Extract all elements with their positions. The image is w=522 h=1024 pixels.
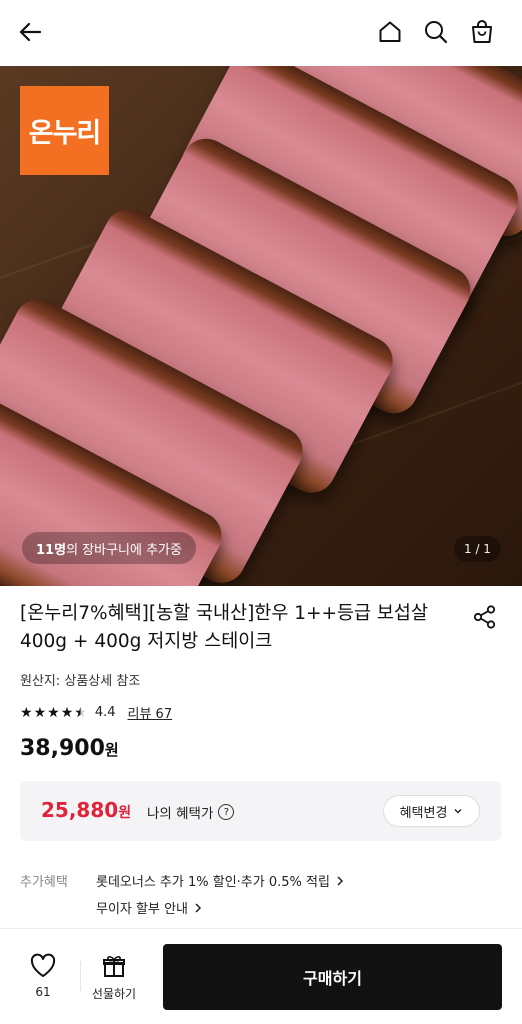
extra-benefit-card-link[interactable]: 롯데오너스 추가 1% 할인·추가 0.5% 적립 xyxy=(96,871,344,890)
product-title: [온누리7%혜택][농할 국내산]한우 1++등급 보섭살 400g + 400… xyxy=(20,600,460,656)
origin-info: 원산지: 상품상세 참조 xyxy=(20,674,141,689)
gift-button[interactable]: 선물하기 xyxy=(88,953,140,1002)
image-pager: 1 / 1 xyxy=(454,536,501,562)
buy-button[interactable]: 구매하기 xyxy=(163,944,502,1010)
extra-benefit-label: 추가혜택 xyxy=(20,875,68,890)
chevron-down-icon xyxy=(454,809,462,814)
my-benefit-text: 나의 혜택가 xyxy=(147,806,214,822)
rating-value: 4.4 xyxy=(94,705,116,720)
reviews-link[interactable]: 리뷰 67 xyxy=(128,703,173,722)
onnuri-logo-text: 온누리 xyxy=(28,118,102,149)
benefit-price-value: 25,880 xyxy=(41,798,119,822)
wishlist-count: 61 xyxy=(35,985,51,999)
cart-count: 11명 xyxy=(36,542,67,558)
home-icon[interactable] xyxy=(375,17,405,47)
price-value: 38,900 xyxy=(20,736,105,761)
benefit-price-box: 25,880원 나의 혜택가 ? 혜택변경 xyxy=(20,781,501,841)
change-benefit-label: 혜택변경 xyxy=(399,805,448,821)
arrow-left-icon[interactable] xyxy=(16,17,46,47)
price-unit: 원 xyxy=(104,741,119,759)
bottom-action-bar: 61 선물하기 구매하기 xyxy=(0,928,522,1024)
installment-info-text: 무이자 할부 안내 xyxy=(96,902,188,917)
divider xyxy=(80,961,81,991)
star-icon: ★ xyxy=(20,704,33,721)
cart-activity-text: 의 장바구니에 추가중 xyxy=(66,542,182,558)
star-rating: ★ ★ ★ ★ ★ xyxy=(20,706,87,720)
wishlist-button[interactable]: 61 xyxy=(24,953,62,999)
onnuri-badge: 온누리 xyxy=(20,86,109,175)
star-icon: ★ xyxy=(60,704,74,721)
product-title-line1: [온누리7%혜택][농할 국내산]한우 1++등급 보섭살 xyxy=(20,603,428,624)
shopping-bag-icon[interactable] xyxy=(467,17,497,47)
extra-benefit-card-text: 롯데오너스 추가 1% 할인·추가 0.5% 적립 xyxy=(96,875,330,890)
star-icon: ★ xyxy=(33,704,47,721)
cart-activity-badge: 11명 의 장바구니에 추가중 xyxy=(22,532,196,564)
half-star-icon: ★ xyxy=(74,704,87,721)
share-icon[interactable] xyxy=(471,603,499,631)
top-bar xyxy=(0,0,522,66)
chevron-right-icon xyxy=(195,902,202,913)
gift-label: 선물하기 xyxy=(91,987,137,1001)
rating-row: ★ ★ ★ ★ ★ 4.4 리뷰 67 xyxy=(20,703,172,722)
benefit-price: 25,880원 xyxy=(41,798,131,822)
installment-info-link[interactable]: 무이자 할부 안내 xyxy=(96,898,202,917)
benefit-price-unit: 원 xyxy=(118,805,132,821)
help-icon[interactable]: ? xyxy=(218,804,235,820)
product-price: 38,900원 xyxy=(20,736,119,761)
change-benefit-button[interactable]: 혜택변경 xyxy=(383,795,480,827)
star-icon: ★ xyxy=(47,704,60,721)
search-icon[interactable] xyxy=(421,17,451,47)
my-benefit-label: 나의 혜택가 ? xyxy=(147,802,235,822)
gift-icon xyxy=(103,956,125,977)
product-title-line2: 400g + 400g 저지방 스테이크 xyxy=(20,631,273,652)
chevron-right-icon xyxy=(337,875,343,886)
heart-icon xyxy=(30,953,56,977)
